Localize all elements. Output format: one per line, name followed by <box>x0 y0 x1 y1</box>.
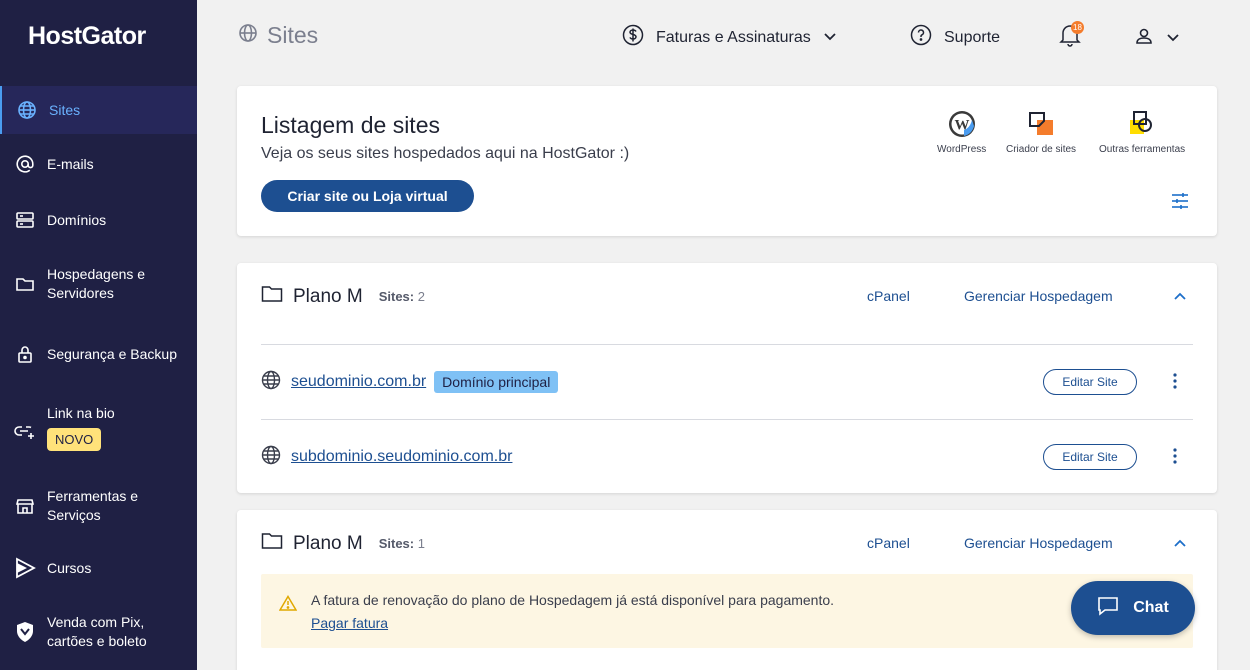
lock-icon <box>14 343 36 365</box>
chevron-up-icon[interactable] <box>1173 288 1187 306</box>
sidebar-item-label: Cursos <box>47 559 92 576</box>
sidebar-item-link-bio[interactable]: Link na bio NOVO <box>0 402 197 458</box>
sidebar-item-tools[interactable]: Ferramentas e Serviços <box>0 484 197 528</box>
wordpress-label: WordPress <box>937 144 987 155</box>
manage-hosting-link[interactable]: Gerenciar Hospedagem <box>964 288 1113 304</box>
globe-icon <box>16 99 38 121</box>
site-row: subdominio.seudominio.com.br Editar Site <box>261 442 1193 472</box>
at-icon <box>14 153 36 175</box>
bell-icon <box>1059 25 1081 51</box>
sidebar-item-courses[interactable]: Cursos <box>0 556 197 580</box>
sidebar-item-emails[interactable]: E-mails <box>0 144 197 184</box>
sidebar-item-label: E-mails <box>47 155 94 172</box>
support-label: Suporte <box>944 28 1001 46</box>
globe-icon <box>261 370 281 395</box>
folder-icon <box>261 532 283 555</box>
page-title-text: Sites <box>267 22 319 48</box>
renewal-alert: A fatura de renovação do plano de Hosped… <box>261 574 1193 648</box>
sidebar-item-label: Sites <box>49 101 81 118</box>
play-icon <box>14 557 36 579</box>
sidebar-item-payments[interactable]: Venda com Pix, cartões e boleto <box>0 610 197 654</box>
sidebar-item-label: Ferramentas e Serviços <box>47 488 139 523</box>
plan-header: Plano M Sites: 1 <box>261 532 425 555</box>
sidebar-item-label: Segurança e Backup <box>47 345 177 362</box>
tools-icon <box>1128 110 1156 138</box>
site-row: seudominio.com.br Domínio principal Edit… <box>261 367 1193 397</box>
alert-text: A fatura de renovação do plano de Hosped… <box>311 592 835 608</box>
other-tools[interactable]: Outras ferramentas <box>1099 110 1185 155</box>
site-builder-label: Criador de sites <box>1006 144 1077 155</box>
chat-label: Chat <box>1133 599 1169 616</box>
plan-name: Plano M <box>293 532 363 554</box>
notification-count: 18 <box>1071 21 1084 34</box>
manage-hosting-link[interactable]: Gerenciar Hospedagem <box>964 535 1113 551</box>
primary-domain-tag: Domínio principal <box>434 371 559 393</box>
folder-icon <box>261 285 283 308</box>
globe-icon <box>261 445 281 470</box>
plan-header: Plano M Sites: 2 <box>261 285 425 308</box>
shield-icon <box>14 621 36 643</box>
sidebar-item-label: Hospedagens e Servidores <box>47 266 146 301</box>
chevron-down-icon <box>1166 30 1180 48</box>
sidebar-item-label: Link na bio <box>47 405 115 421</box>
filter-icon[interactable] <box>1170 191 1190 216</box>
page-title: Sites <box>238 22 318 49</box>
server-icon <box>14 209 36 231</box>
sidebar: HostGator Sites E-mails Domínios Hospeda… <box>0 0 197 670</box>
site-listing-card: Listagem de sites Veja os seus sites hos… <box>237 86 1217 236</box>
support-link[interactable]: Suporte <box>910 24 1000 51</box>
sidebar-item-sites[interactable]: Sites <box>0 86 197 134</box>
wordpress-icon: W <box>948 110 976 138</box>
account-menu[interactable] <box>1134 26 1180 51</box>
folder-icon <box>14 273 36 295</box>
divider <box>261 419 1193 420</box>
hostgator-logo[interactable]: HostGator <box>28 22 146 51</box>
billing-menu[interactable]: Faturas e Assinaturas <box>622 24 837 51</box>
cpanel-link[interactable]: cPanel <box>867 288 910 304</box>
edit-site-button[interactable]: Editar Site <box>1043 444 1137 470</box>
more-options-icon[interactable] <box>1173 373 1177 394</box>
chat-icon <box>1097 596 1119 621</box>
warning-icon <box>278 595 298 616</box>
chat-button[interactable]: Chat <box>1071 581 1195 635</box>
plan-site-count: Sites: 2 <box>378 289 425 304</box>
dollar-icon <box>622 24 644 51</box>
link-icon <box>14 420 36 442</box>
store-icon <box>14 495 36 517</box>
notifications-button[interactable]: 18 <box>1059 21 1084 52</box>
plan-card: Plano M Sites: 1 cPanel Gerenciar Hosped… <box>237 510 1217 670</box>
more-options-icon[interactable] <box>1173 448 1177 469</box>
edit-site-button[interactable]: Editar Site <box>1043 369 1137 395</box>
site-builder-tool[interactable]: Criador de sites <box>1006 110 1076 155</box>
new-badge: NOVO <box>47 428 102 451</box>
site-builder-icon <box>1027 110 1055 138</box>
site-domain-link[interactable]: seudominio.com.br <box>291 373 426 391</box>
sidebar-item-security[interactable]: Segurança e Backup <box>0 332 197 376</box>
chevron-up-icon[interactable] <box>1173 535 1187 553</box>
other-tools-label: Outras ferramentas <box>1099 144 1186 155</box>
pay-invoice-link[interactable]: Pagar fatura <box>311 615 388 631</box>
listing-subtitle: Veja os seus sites hospedados aqui na Ho… <box>261 145 630 162</box>
plan-name: Plano M <box>293 285 363 307</box>
chevron-down-icon <box>823 29 837 47</box>
sidebar-item-domains[interactable]: Domínios <box>0 200 197 240</box>
sidebar-item-label: Venda com Pix, cartões e boleto <box>47 614 147 649</box>
sidebar-item-hosting[interactable]: Hospedagens e Servidores <box>0 262 197 306</box>
billing-label: Faturas e Assinaturas <box>656 28 811 46</box>
divider <box>261 344 1193 345</box>
help-icon <box>910 24 932 51</box>
globe-icon <box>238 22 258 49</box>
wordpress-tool[interactable]: W WordPress <box>937 110 986 155</box>
site-domain-link[interactable]: subdominio.seudominio.com.br <box>291 448 512 466</box>
listing-title: Listagem de sites <box>261 112 440 138</box>
plan-card: Plano M Sites: 2 cPanel Gerenciar Hosped… <box>237 263 1217 493</box>
create-site-button[interactable]: Criar site ou Loja virtual <box>261 180 474 212</box>
plan-site-count: Sites: 1 <box>378 536 425 551</box>
user-icon <box>1134 26 1154 51</box>
cpanel-link[interactable]: cPanel <box>867 535 910 551</box>
sidebar-item-label: Domínios <box>47 211 107 228</box>
